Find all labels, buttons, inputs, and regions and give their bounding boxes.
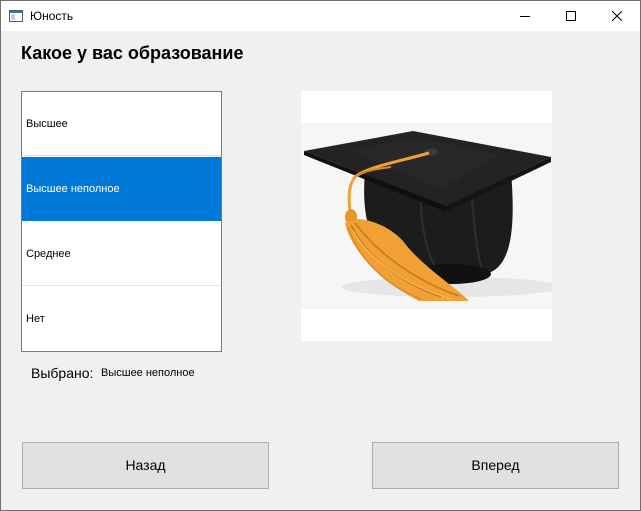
title-bar[interactable]: Юность xyxy=(1,1,640,31)
close-button[interactable] xyxy=(594,1,640,31)
list-item-none[interactable]: Нет xyxy=(22,287,221,351)
maximize-icon xyxy=(566,11,576,21)
app-window: Юность Какое у вас образование Высшее Вы… xyxy=(0,0,641,511)
list-item-incomplete-higher[interactable]: Высшее неполное xyxy=(22,157,221,221)
education-picture xyxy=(301,91,561,341)
app-icon xyxy=(9,9,23,22)
maximize-button[interactable] xyxy=(548,1,594,31)
next-button[interactable]: Вперед xyxy=(372,442,619,489)
selected-value: Высшее неполное xyxy=(101,367,195,379)
graduation-cap-icon xyxy=(301,123,561,309)
list-item-higher[interactable]: Высшее xyxy=(22,92,221,156)
list-item-secondary[interactable]: Среднее xyxy=(22,222,221,286)
back-button[interactable]: Назад xyxy=(22,442,269,489)
minimize-button[interactable] xyxy=(502,1,548,31)
education-listbox[interactable]: Высшее Высшее неполное Среднее Нет xyxy=(21,91,222,352)
question-heading: Какое у вас образование xyxy=(21,43,244,63)
window-title: Юность xyxy=(30,9,74,23)
minimize-icon xyxy=(520,16,530,17)
close-icon xyxy=(612,11,622,21)
selected-label: Выбрано: xyxy=(31,365,94,381)
